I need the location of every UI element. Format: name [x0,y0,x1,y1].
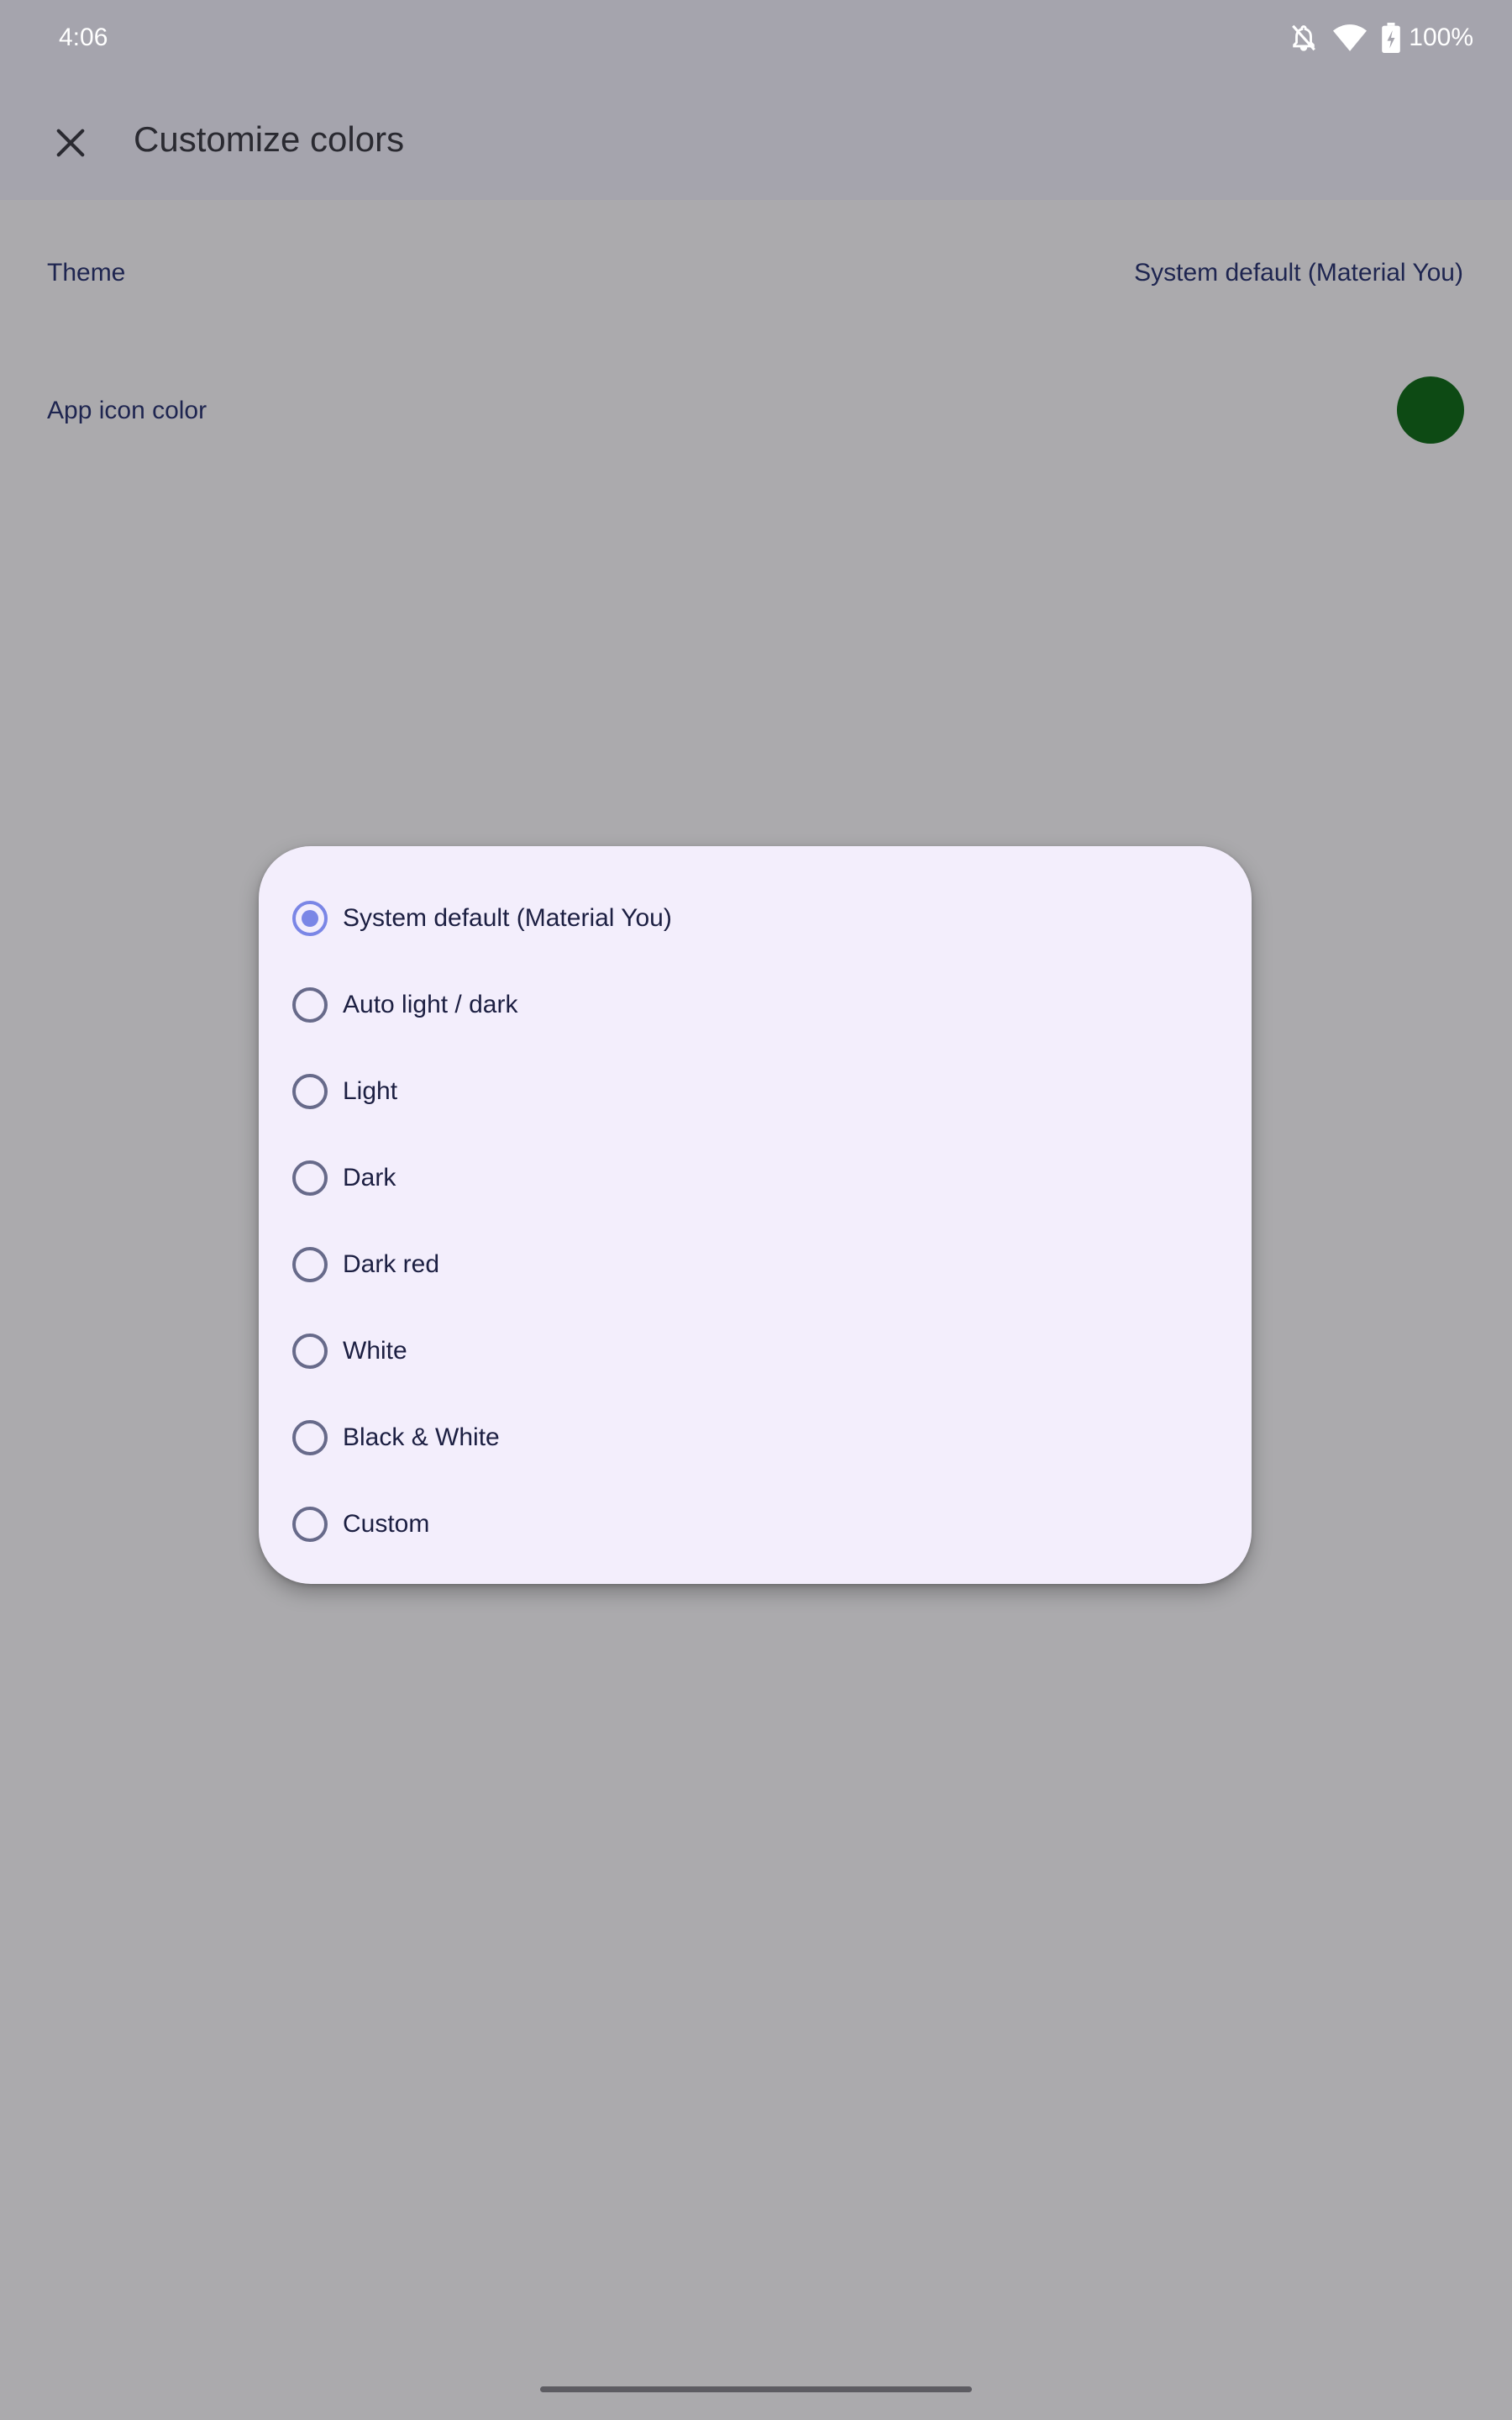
battery-charging-icon [1382,23,1401,53]
status-bar: 4:06 100% [0,0,1512,76]
battery-percentage: 100% [1409,24,1473,51]
theme-option-label: System default (Material You) [343,904,672,932]
theme-option-label: Black & White [343,1423,500,1451]
theme-option[interactable]: Black & White [292,1396,1216,1480]
theme-dialog: System default (Material You) Auto light … [259,846,1252,1584]
radio-unchecked-icon[interactable] [292,1247,328,1282]
page-title: Customize colors [134,119,405,159]
app-bar: Customize colors [0,76,1512,200]
theme-option-label: Auto light / dark [343,991,518,1018]
radio-unchecked-icon[interactable] [292,1334,328,1369]
radio-unchecked-icon[interactable] [292,987,328,1023]
close-icon [56,129,85,157]
theme-option-label: Dark [343,1164,396,1192]
app-icon-color-swatch[interactable] [1397,376,1464,444]
theme-setting-row[interactable]: Theme System default (Material You) [0,200,1512,326]
theme-option[interactable]: Dark red [292,1223,1216,1307]
theme-option-label: Light [343,1077,398,1105]
theme-value: System default (Material You) [1134,259,1463,287]
radio-unchecked-icon[interactable] [292,1074,328,1109]
radio-unchecked-icon[interactable] [292,1507,328,1542]
notifications-off-icon [1289,22,1318,54]
theme-option[interactable]: Dark [292,1136,1216,1220]
theme-label: Theme [47,259,126,287]
theme-option[interactable]: White [292,1309,1216,1393]
app-icon-color-label: App icon color [47,397,207,424]
wifi-icon [1333,24,1368,51]
radio-unchecked-icon[interactable] [292,1420,328,1455]
theme-option-label: Custom [343,1510,430,1538]
radio-checked-icon[interactable] [292,901,328,936]
status-icons: 100% [1289,20,1473,55]
navigation-handle[interactable] [540,2386,972,2392]
app-icon-color-row[interactable]: App icon color [0,326,1512,452]
theme-option[interactable]: Custom [292,1482,1216,1566]
theme-option[interactable]: System default (Material You) [292,876,1216,960]
theme-option-label: Dark red [343,1250,440,1278]
radio-unchecked-icon[interactable] [292,1160,328,1196]
theme-option-label: White [343,1337,407,1365]
status-time: 4:06 [59,24,108,51]
theme-option[interactable]: Auto light / dark [292,963,1216,1047]
close-button[interactable] [37,109,104,176]
theme-option[interactable]: Light [292,1050,1216,1134]
